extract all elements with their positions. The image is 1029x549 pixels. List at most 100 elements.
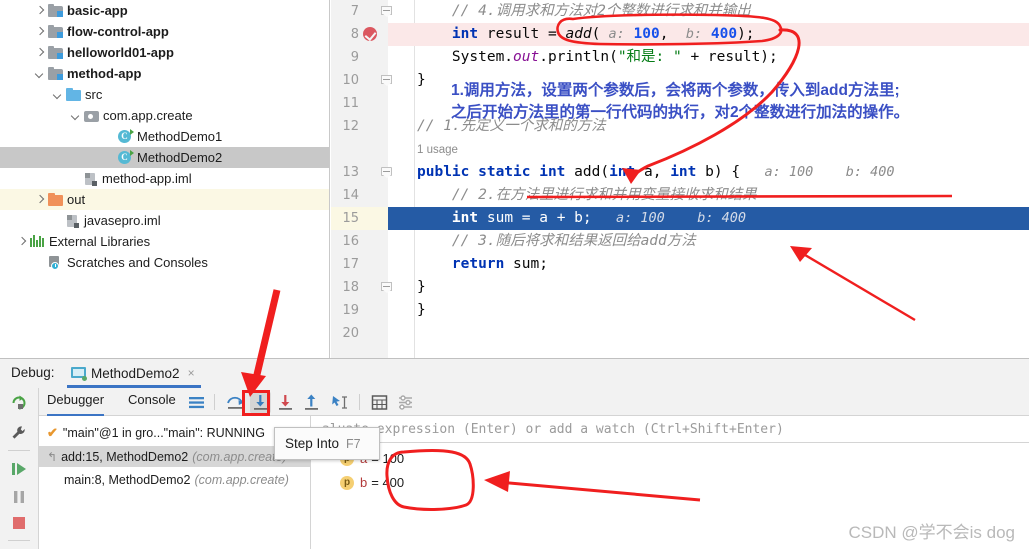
chevron-down-icon[interactable] <box>70 110 82 122</box>
chevron-right-icon[interactable] <box>34 5 46 17</box>
settings-icon[interactable] <box>10 424 28 442</box>
blue-annotation-line-2: 之后开始方法里的第一行代码的执行，对2个整数进行加法的操作。 <box>451 104 910 121</box>
rerun-icon[interactable] <box>10 394 28 412</box>
thread-row[interactable]: ✔ "main"@1 in gro..."main": RUNNING <box>39 422 310 443</box>
debugger-toolbar[interactable]: Debugger Console <box>39 388 1029 416</box>
run-to-cursor-icon[interactable] <box>329 392 350 413</box>
code-line[interactable]: 16 // 3.随后将求和结果返回给add方法 <box>331 230 1029 253</box>
pause-icon[interactable] <box>10 488 28 506</box>
variable-row-b[interactable]: p b = 400 <box>340 475 404 490</box>
line-number: 16 <box>342 234 359 249</box>
code-line[interactable]: 9 System.out.println("和是: " + result); <box>331 46 1029 69</box>
step-out-icon[interactable] <box>301 392 322 413</box>
code-text: } <box>417 279 426 295</box>
code-fold-icon[interactable] <box>381 75 392 86</box>
project-tree-panel[interactable]: basic-app flow-control-app helloworld01-ap… <box>0 0 330 358</box>
tab-console[interactable]: Console <box>128 392 176 416</box>
code-text: } <box>417 72 426 88</box>
scratches-icon <box>48 255 63 270</box>
code-line[interactable]: 17 return sum; <box>331 253 1029 276</box>
code-text: // 2.在方法里进行求和并用变量接收求和结果 <box>417 187 757 203</box>
tree-item-label: MethodDemo1 <box>137 129 223 144</box>
code-line[interactable]: 19} <box>331 299 1029 322</box>
chevron-down-icon[interactable] <box>34 68 46 80</box>
chevron-right-icon[interactable] <box>16 236 28 248</box>
check-icon: ✔ <box>47 424 58 440</box>
layout-settings-icon[interactable] <box>186 392 207 413</box>
code-text: System.out.println("和是: " + result); <box>417 49 778 65</box>
code-fold-icon[interactable] <box>381 6 392 17</box>
debug-panel-label: Debug: <box>11 365 55 380</box>
line-number: 20 <box>342 326 359 341</box>
code-fold-icon[interactable] <box>381 167 392 178</box>
stop-icon[interactable] <box>10 514 28 532</box>
java-class-icon: C <box>118 129 134 144</box>
tree-item-label: javasepro.iml <box>84 213 161 228</box>
tree-item-scratches-and-consoles[interactable]: Scratches and Consoles <box>0 252 329 273</box>
tree-item-out[interactable]: out <box>0 189 329 210</box>
code-text: // 4.调用求和方法对2个整数进行求和并输出 <box>417 3 751 19</box>
code-line[interactable]: 14 // 2.在方法里进行求和并用变量接收求和结果 <box>331 184 1029 207</box>
frames-pane[interactable]: ✔ "main"@1 in gro..."main": RUNNING ↰ ad… <box>39 416 311 549</box>
frame-row[interactable]: ↰ add:15, MethodDemo2 (com.app.create) <box>39 446 310 467</box>
close-icon[interactable]: × <box>188 366 195 380</box>
chevron-right-icon[interactable] <box>34 194 46 206</box>
code-line[interactable]: 13 public static int add(int a, int b) { … <box>331 161 1029 184</box>
evaluate-expression-icon[interactable] <box>369 392 390 413</box>
tree-item-label: MethodDemo2 <box>137 150 223 165</box>
debug-session-tab[interactable]: MethodDemo2 × <box>67 361 201 388</box>
watch-input-bar[interactable]: aluate expression (Enter) or add a watch… <box>312 416 1029 443</box>
code-line[interactable]: 18} <box>331 276 1029 299</box>
resume-icon[interactable] <box>10 460 28 478</box>
frame-row[interactable]: main:8, MethodDemo2 (com.app.create) <box>39 469 310 490</box>
chevron-right-icon[interactable] <box>34 26 46 38</box>
code-text: int result = add( a: 100, b: 400); <box>451 26 755 42</box>
line-number: 19 <box>342 303 359 318</box>
code-line[interactable]: 1 usage <box>331 138 1029 161</box>
tree-item-method-app-iml[interactable]: method-app.iml <box>0 168 329 189</box>
code-text: public static int add(int a, int b) { a:… <box>417 164 895 180</box>
line-number: 10 <box>342 73 359 88</box>
divider <box>359 394 360 410</box>
tree-item-helloworld01-app[interactable]: helloworld01-app <box>0 42 329 63</box>
tree-item-label: helloworld01-app <box>67 45 174 60</box>
divider <box>8 450 30 451</box>
force-step-into-icon[interactable] <box>275 392 296 413</box>
tree-item-flow-control-app[interactable]: flow-control-app <box>0 21 329 42</box>
return-arrow-icon: ↰ <box>47 449 58 464</box>
tab-debugger[interactable]: Debugger <box>47 392 105 416</box>
tree-item-com-app-create[interactable]: com.app.create <box>0 105 329 126</box>
watch-placeholder: aluate expression (Enter) or add a watch… <box>322 421 784 437</box>
line-number: 14 <box>342 188 359 203</box>
variable-name: b <box>360 475 368 490</box>
tree-item-methoddemo1[interactable]: C MethodDemo1 <box>0 126 329 147</box>
watermark: CSDN @学不会is dog <box>848 523 1015 542</box>
code-line[interactable]: 8 int result = add( a: 100, b: 400); <box>331 23 1029 46</box>
code-line[interactable]: 7 // 4.调用求和方法对2个整数进行求和并输出 <box>331 0 1029 23</box>
line-number: 18 <box>342 280 359 295</box>
chevron-down-icon[interactable] <box>52 89 64 101</box>
frame-method: main:8, MethodDemo2 <box>64 472 191 487</box>
tree-item-javasepro-iml[interactable]: javasepro.iml <box>0 210 329 231</box>
chevron-right-icon[interactable] <box>34 47 46 59</box>
tree-item-external-libraries[interactable]: External Libraries <box>0 231 329 252</box>
debug-session-tab-label: MethodDemo2 <box>91 365 180 381</box>
code-fold-icon[interactable] <box>381 282 392 293</box>
debug-side-toolbar[interactable] <box>0 388 39 549</box>
code-editor[interactable]: 7 // 4.调用求和方法对2个整数进行求和并输出 8 int result = … <box>331 0 1029 358</box>
tree-item-method-app[interactable]: method-app <box>0 63 329 84</box>
package-icon <box>84 109 99 122</box>
run-configuration-icon <box>71 366 87 381</box>
tree-item-src[interactable]: src <box>0 84 329 105</box>
divider <box>214 394 215 410</box>
breakpoint-icon[interactable] <box>363 27 377 41</box>
line-number: 13 <box>342 165 359 180</box>
line-number: 9 <box>350 50 359 65</box>
code-line[interactable]: 15 int sum = a + b; a: 100 b: 400 <box>331 207 1029 230</box>
code-line[interactable]: 20 <box>331 322 1029 345</box>
mute-breakpoints-icon[interactable] <box>395 392 416 413</box>
tree-item-methoddemo2[interactable]: C MethodDemo2 <box>0 147 329 168</box>
tree-item-basic-app[interactable]: basic-app <box>0 0 329 21</box>
